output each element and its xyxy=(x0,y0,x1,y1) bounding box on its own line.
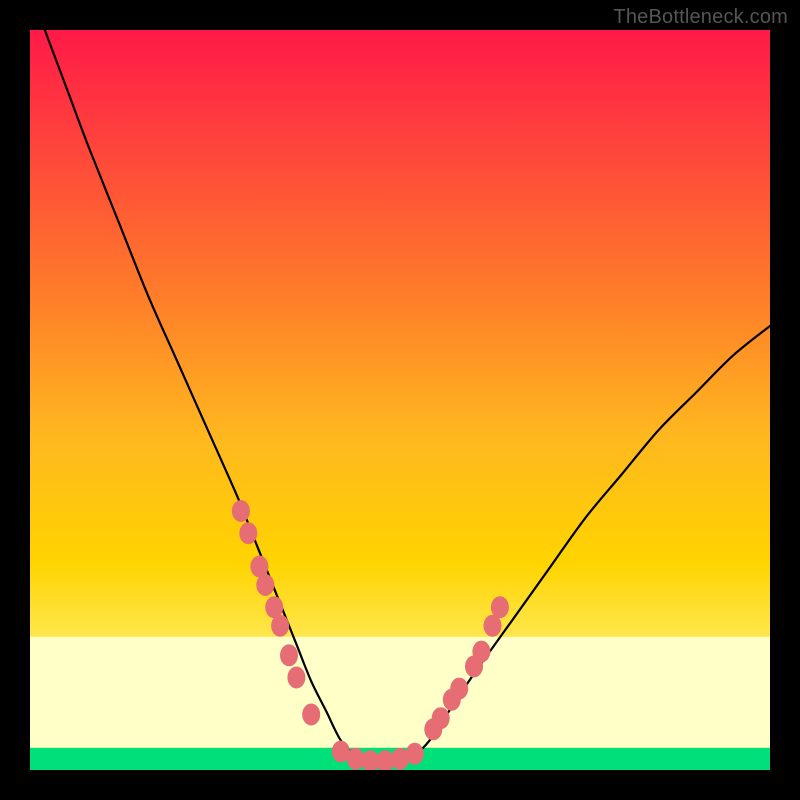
data-point xyxy=(280,644,298,666)
data-point xyxy=(232,500,250,522)
data-point xyxy=(432,707,450,729)
data-point xyxy=(491,596,509,618)
data-point xyxy=(287,667,305,689)
pale-band xyxy=(30,637,770,748)
chart-svg xyxy=(30,30,770,770)
data-point xyxy=(472,641,490,663)
data-point xyxy=(256,574,274,596)
data-point xyxy=(450,678,468,700)
data-point xyxy=(302,704,320,726)
data-point xyxy=(406,743,424,765)
watermark-text: TheBottleneck.com xyxy=(613,6,788,29)
data-point xyxy=(271,615,289,637)
data-point xyxy=(239,522,257,544)
chart-frame: TheBottleneck.com xyxy=(0,0,800,800)
plot-area xyxy=(30,30,770,770)
